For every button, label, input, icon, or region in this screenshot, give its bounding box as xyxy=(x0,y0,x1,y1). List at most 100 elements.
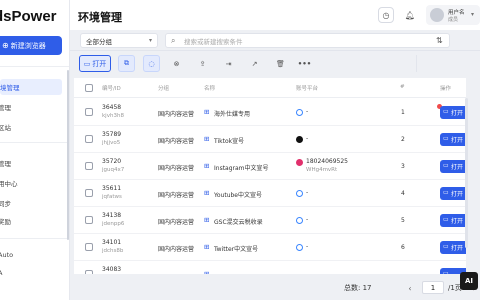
column-header-name: 名称 xyxy=(204,86,216,92)
window-sync-icon[interactable]: ⧉ xyxy=(118,55,135,72)
bell-icon[interactable]: 🔔︎ xyxy=(402,7,418,23)
header: 环境管理 ◷ 🔔︎ 用户名 成员 ▾ xyxy=(70,0,480,30)
group-select[interactable]: 全部分组 ▾ xyxy=(80,33,158,48)
toolbar-divider xyxy=(416,55,417,72)
user-menu[interactable]: 用户名 成员 ▾ xyxy=(426,5,480,25)
chevron-left-icon[interactable]: ‹ xyxy=(404,282,416,294)
windows-icon: ⊞ xyxy=(204,216,210,224)
windows-icon: ⊞ xyxy=(204,243,210,251)
ai-assistant-button[interactable]: AI xyxy=(460,272,478,290)
row-open-button[interactable]: ▭ 打开 xyxy=(440,214,466,227)
env-number: 35720 xyxy=(102,158,122,165)
sidebar-item-app-center[interactable]: 用中心 xyxy=(0,178,18,188)
env-group: 国内内容运营 xyxy=(158,246,195,253)
env-number: 34083 xyxy=(102,266,122,273)
row-checkbox[interactable] xyxy=(85,108,93,116)
row-open-button[interactable]: ▭ 打开 xyxy=(440,160,466,173)
sidebar-item-rewards[interactable]: 奖励 xyxy=(0,216,11,226)
user-role: 成员 xyxy=(448,17,459,23)
sidebar-item-account-management[interactable]: 管理 xyxy=(0,158,11,168)
column-header-group: 分组 xyxy=(158,86,170,92)
column-header-actions: 操作 xyxy=(440,86,452,92)
row-checkbox[interactable] xyxy=(85,162,93,170)
sidebar-divider xyxy=(0,142,69,143)
table-row[interactable]: 34083 ⊞ ▭ xyxy=(74,261,466,274)
row-open-label: 打开 xyxy=(451,218,464,225)
row-open-label: 打开 xyxy=(451,137,464,144)
row-open-button[interactable]: ▭ 打开 xyxy=(440,241,466,254)
move-to-icon[interactable]: ⇥ xyxy=(220,55,237,72)
select-all-checkbox[interactable] xyxy=(85,84,93,92)
env-name: Tiktok宣号 xyxy=(214,138,245,145)
env-sequence: 2 xyxy=(401,136,405,143)
table-row[interactable]: 35720 jguq4x7 国内内容运营 ⊞ Instagram中文宣号 18024069… xyxy=(74,153,466,180)
row-open-button[interactable]: ▭ 打开 xyxy=(440,133,466,146)
row-open-button[interactable]: ▭ 打开 xyxy=(440,187,466,200)
sidebar-divider xyxy=(0,238,69,239)
window-icon: ▭ xyxy=(83,59,91,68)
env-id: jdenpp6 xyxy=(102,221,125,227)
clock-icon[interactable]: ◷ xyxy=(378,7,394,23)
platform-account: - xyxy=(306,216,309,223)
windows-icon: ⊞ xyxy=(204,135,210,143)
upload-icon[interactable]: ⇪ xyxy=(194,55,211,72)
trash-icon[interactable]: 🗑︎ xyxy=(272,55,289,72)
window-icon: ▭ xyxy=(443,270,449,274)
table-row[interactable]: 35611 jqfatws 国内内容运营 ⊞ Youtube中文宣号 - 4 ▭ 打开 xyxy=(74,180,466,207)
env-id: jhjjvo5 xyxy=(102,140,121,146)
row-open-button[interactable]: ▭ 打开 xyxy=(440,106,466,119)
row-checkbox[interactable] xyxy=(85,216,93,224)
sidebar-item-environments[interactable]: 境管理 xyxy=(0,79,62,95)
more-icon[interactable]: ••• xyxy=(296,55,313,72)
share-icon[interactable]: ↗ xyxy=(246,55,263,72)
window-icon: ▭ xyxy=(443,108,449,115)
sidebar-scrollbar[interactable] xyxy=(67,70,69,240)
env-id: kjvh3h8 xyxy=(102,113,124,119)
tiktok-icon xyxy=(296,136,303,143)
env-number: 34101 xyxy=(102,239,122,246)
page-input[interactable]: 1 xyxy=(422,281,444,294)
group-select-value: 全部分组 xyxy=(86,37,112,46)
table-row[interactable]: 34138 jdenpp6 国内内容运营 ⊞ GSC混交云税收录 - 5 ▭ 打开 xyxy=(74,207,466,234)
column-header-platform: 账号平台 xyxy=(296,86,319,92)
close-circle-icon[interactable]: ⊗ xyxy=(168,55,185,72)
env-group: 国内内容运营 xyxy=(158,192,195,199)
page-title: 环境管理 xyxy=(78,11,122,24)
environment-table: 编号/ID 分组 名称 账号平台 # 操作 36458 kjvh3h8 国内内容运营… xyxy=(74,78,466,274)
window-icon: ▭ xyxy=(443,162,449,169)
new-environment-button[interactable]: ⊕ 新建浏览器 xyxy=(0,36,62,55)
row-checkbox[interactable] xyxy=(85,243,93,251)
sidebar-item-sync[interactable]: 同步 xyxy=(0,198,11,208)
filter-settings-icon[interactable]: ⇅ xyxy=(436,36,443,45)
env-sequence: 1 xyxy=(401,109,405,116)
env-number: 35789 xyxy=(102,131,122,138)
table-scrollbar[interactable] xyxy=(465,98,468,248)
plus-icon: ⊕ xyxy=(2,41,9,50)
globe-icon xyxy=(296,217,303,224)
sidebar-item-management[interactable]: 管理 xyxy=(0,102,11,112)
platform-account: - xyxy=(306,243,309,250)
sidebar-item-stations[interactable]: 区站 xyxy=(0,122,11,132)
row-checkbox[interactable] xyxy=(85,270,93,274)
column-header-id: 编号/ID xyxy=(102,86,121,92)
table-row[interactable]: 34101 jdchs8b 国内内容运营 ⊞ Twitter中文宣号 - 6 ▭ 打开 xyxy=(74,234,466,261)
check-circle-icon[interactable]: ◌ xyxy=(143,55,160,72)
table-row[interactable]: 36458 kjvh3h8 国内内容运营 ⊞ 海外仕媒专用 - 1 ▭ 打开 xyxy=(74,99,466,126)
table-row[interactable]: 35789 jhjjvo5 国内内容运营 ⊞ Tiktok宣号 - 2 ▭ 打开 xyxy=(74,126,466,153)
open-button[interactable]: ▭ 打开 xyxy=(79,55,111,72)
row-checkbox[interactable] xyxy=(85,135,93,143)
window-icon: ▭ xyxy=(443,135,449,142)
row-open-label: 打开 xyxy=(451,164,464,171)
row-checkbox[interactable] xyxy=(85,189,93,197)
sidebar-item-auto[interactable]: Auto xyxy=(0,251,13,259)
window-icon: ▭ xyxy=(443,243,449,250)
search-icon: ⌕ xyxy=(171,36,176,45)
open-button-label: 打开 xyxy=(92,59,107,68)
search-placeholder: 搜索或新建搜索条件 xyxy=(184,37,243,46)
sidebar-item-a[interactable]: A xyxy=(0,269,2,277)
user-name: 用户名 xyxy=(448,10,465,16)
env-group: 国内内容运营 xyxy=(158,219,195,226)
new-environment-label: 新建浏览器 xyxy=(10,41,46,50)
search-input[interactable]: ⌕ 搜索或新建搜索条件 xyxy=(165,33,450,48)
windows-icon: ⊞ xyxy=(204,189,210,197)
